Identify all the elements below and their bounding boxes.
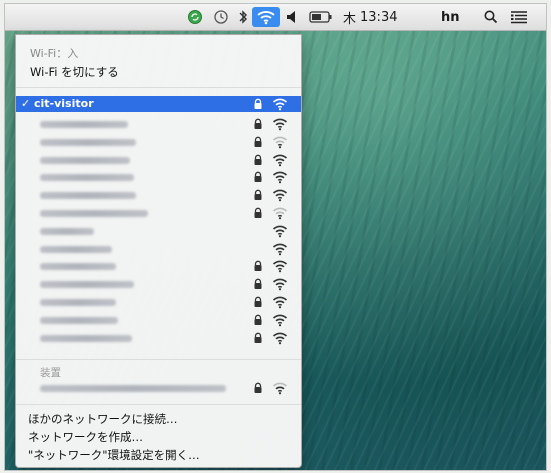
wifi-signal-icon — [272, 314, 288, 327]
devices-section-label: 装置 — [40, 367, 61, 379]
network-item[interactable] — [16, 205, 301, 221]
bluetooth-icon[interactable] — [238, 8, 248, 26]
network-item[interactable] — [16, 223, 301, 239]
network-item[interactable] — [16, 134, 301, 150]
network-name — [40, 156, 130, 164]
wifi-signal-icon — [272, 98, 288, 111]
lock-icon — [254, 189, 262, 201]
wifi-status: Wi-Fi：入 — [30, 47, 79, 60]
network-name — [40, 174, 134, 182]
lock-icon — [254, 314, 262, 325]
network-item[interactable] — [16, 241, 301, 257]
lock-icon — [254, 118, 262, 129]
network-name — [40, 227, 94, 235]
network-item[interactable] — [16, 187, 301, 203]
wifi-signal-icon — [272, 382, 288, 395]
create-network-item[interactable]: ネットワークを作成… — [28, 429, 143, 445]
wifi-signal-icon — [272, 261, 288, 273]
lock-icon — [254, 154, 262, 165]
clock[interactable]: 木 13:34 — [343, 8, 398, 27]
wifi-signal-icon — [272, 207, 288, 220]
network-item[interactable] — [16, 294, 301, 310]
lock-icon — [254, 382, 262, 393]
menu-separator — [16, 359, 301, 360]
network-name — [40, 192, 136, 200]
volume-icon[interactable] — [286, 8, 298, 26]
wifi-signal-icon — [272, 154, 288, 166]
wifi-signal-icon — [272, 172, 288, 184]
network-item[interactable] — [16, 116, 301, 132]
network-item[interactable] — [16, 312, 301, 328]
network-name: cit-visitor — [34, 97, 94, 110]
network-name — [40, 210, 148, 217]
desktop-screenshot: 木 13:34 hn Wi-Fi：入 Wi-Fi を切にする ✓ cit-vis… — [4, 3, 547, 471]
network-name — [40, 316, 118, 324]
time-machine-icon[interactable] — [213, 8, 229, 26]
network-name — [40, 281, 134, 289]
wifi-menu: Wi-Fi：入 Wi-Fi を切にする ✓ cit-visitor 装置 ほかの… — [15, 34, 302, 468]
network-item[interactable] — [16, 276, 301, 292]
open-network-preferences-item[interactable]: "ネットワーク"環境設定を開く… — [28, 447, 200, 463]
wifi-signal-icon — [272, 136, 288, 149]
wifi-icon[interactable] — [252, 7, 280, 27]
lock-icon — [254, 332, 262, 343]
clock-day: 木 — [343, 11, 357, 27]
menu-separator — [16, 404, 301, 405]
wifi-signal-icon — [272, 189, 288, 202]
network-item-selected[interactable]: ✓ cit-visitor — [16, 96, 301, 112]
wifi-signal-icon — [272, 332, 288, 344]
network-name — [40, 299, 116, 306]
checkmark-icon: ✓ — [21, 97, 31, 110]
lock-icon — [254, 172, 262, 183]
network-name — [40, 138, 136, 146]
wifi-signal-icon — [272, 278, 288, 291]
menu-bar: 木 13:34 hn — [5, 4, 546, 31]
network-name — [40, 121, 128, 128]
user-menu[interactable]: hn — [441, 8, 460, 26]
lock-icon — [254, 278, 262, 290]
wifi-signal-icon — [272, 225, 288, 238]
user-name: hn — [441, 9, 460, 25]
network-item[interactable] — [16, 169, 301, 185]
device-network-item[interactable] — [16, 380, 301, 396]
lock-icon — [254, 207, 262, 218]
lock-icon — [254, 98, 262, 109]
sync-icon[interactable] — [187, 8, 203, 26]
network-item[interactable] — [16, 330, 301, 346]
wifi-signal-icon — [272, 118, 288, 131]
network-name — [40, 263, 116, 271]
network-name — [40, 245, 112, 253]
network-name — [40, 334, 132, 342]
clock-time: 13:34 — [360, 9, 398, 25]
list-icon[interactable] — [510, 8, 528, 26]
device-network-name — [40, 385, 226, 392]
search-icon[interactable] — [484, 8, 498, 26]
wifi-signal-icon — [272, 243, 288, 255]
lock-icon — [254, 261, 262, 272]
wifi-signal-icon — [272, 296, 288, 309]
lock-icon — [254, 136, 262, 147]
network-item[interactable] — [16, 152, 301, 168]
join-other-network-item[interactable]: ほかのネットワークに接続… — [28, 411, 178, 427]
lock-icon — [254, 296, 262, 307]
network-item[interactable] — [16, 258, 301, 274]
menu-separator — [16, 87, 301, 88]
battery-icon[interactable] — [309, 8, 333, 26]
turn-wifi-off-item[interactable]: Wi-Fi を切にする — [30, 64, 119, 80]
